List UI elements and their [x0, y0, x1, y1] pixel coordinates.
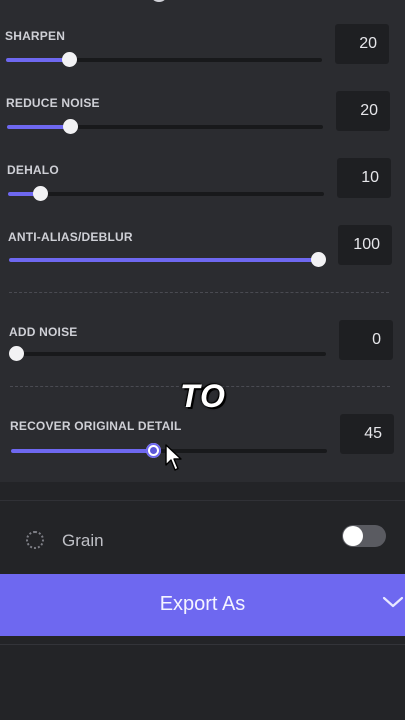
anti-alias-deblur-slider-fill	[9, 258, 318, 262]
anti-alias-deblur-label: ANTI-ALIAS/DEBLUR	[8, 230, 133, 244]
export-as-label: Export As	[159, 593, 246, 615]
scroll-indicator	[150, 0, 168, 2]
recover-original-detail-slider-fill	[11, 449, 154, 453]
chevron-down-icon[interactable]	[381, 590, 405, 614]
sharpen-value-field[interactable]: 20	[335, 24, 389, 64]
grain-toggle[interactable]	[342, 525, 386, 547]
bottom-divider	[0, 644, 405, 645]
sharpen-label: SHARPEN	[5, 29, 66, 43]
section-divider	[9, 292, 389, 293]
recover-original-detail-slider-thumb[interactable]	[146, 443, 162, 458]
dehalo-slider[interactable]	[8, 186, 324, 201]
reduce-noise-slider-fill	[7, 125, 71, 129]
anti-alias-deblur-value-field[interactable]: 100	[338, 225, 392, 265]
mouse-pointer-icon	[165, 444, 182, 471]
dehalo-slider-thumb[interactable]	[32, 186, 48, 201]
add-noise-slider[interactable]	[9, 346, 326, 361]
sharpen-slider[interactable]	[6, 52, 322, 67]
grain-row[interactable]: Grain	[0, 500, 405, 575]
reduce-noise-slider[interactable]	[7, 119, 323, 134]
add-noise-value-field[interactable]: 0	[339, 320, 393, 360]
add-noise-label: ADD NOISE	[9, 325, 78, 339]
recover-original-detail-value-field[interactable]: 45	[340, 414, 394, 454]
sharpen-slider-thumb[interactable]	[62, 52, 78, 67]
anti-alias-deblur-slider[interactable]	[9, 252, 326, 267]
grain-toggle-knob	[343, 526, 363, 546]
reduce-noise-slider-thumb[interactable]	[63, 119, 79, 134]
sharpen-slider-fill	[6, 58, 70, 62]
reduce-noise-label: REDUCE NOISE	[6, 96, 100, 110]
anti-alias-deblur-slider-thumb[interactable]	[311, 252, 326, 267]
add-noise-slider-thumb[interactable]	[9, 346, 24, 361]
grain-label: Grain	[62, 531, 104, 550]
dehalo-label: DEHALO	[7, 163, 59, 177]
dehalo-value-field[interactable]: 10	[337, 158, 391, 198]
reduce-noise-value-field[interactable]: 20	[336, 91, 390, 131]
grain-icon	[26, 531, 44, 549]
export-as-button[interactable]: Export As	[0, 574, 405, 636]
recover-original-detail-label: RECOVER ORIGINAL DETAIL	[10, 419, 182, 433]
video-caption-overlay: TO	[180, 378, 226, 414]
